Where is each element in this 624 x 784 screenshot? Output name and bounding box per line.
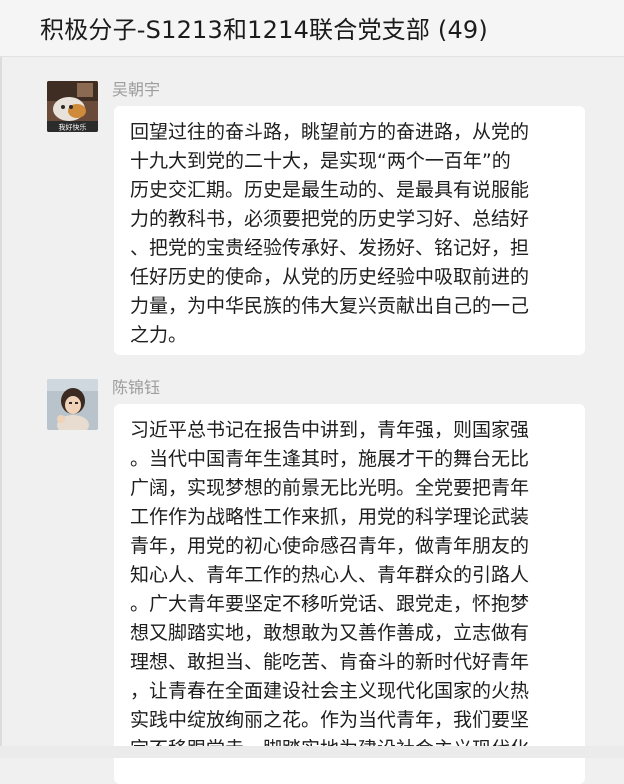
message-item: 陈锦钰 习近平总书记在报告中讲到，青年强，则国家强 。当代中国青年生逢其时，施展… — [0, 368, 624, 784]
chat-header: 积极分子-S1213和1214联合党支部 (49) — [0, 0, 624, 57]
input-area-edge — [0, 746, 624, 758]
avatar-caption: 我好快乐 — [59, 123, 87, 132]
message-line: 工作作为战略性工作来抓，用党的科学理论武装 — [130, 506, 530, 528]
message-line: 。当代中国青年生逢其时，施展才干的舞台无比 — [130, 448, 530, 470]
message-line: 、把党的宝贵经验传承好、发扬好、铭记好，担 — [130, 237, 530, 259]
message-bubble[interactable]: 习近平总书记在报告中讲到，青年强，则国家强 。当代中国青年生逢其时，施展才干的舞… — [114, 404, 585, 784]
message-line: 任好历史的使命，从党的历史经验中吸取前进的 — [130, 266, 530, 288]
message-item: 我好快乐 吴朝宇 回望过往的奋斗路，眺望前方的奋进路，从党的 十九大到党的二十大… — [0, 70, 624, 360]
message-line: 历史交汇期。历史是最生动的、是最具有说服能 — [130, 179, 530, 201]
chat-title: 积极分子-S1213和1214联合党支部 (49) — [40, 16, 488, 44]
message-line: 习近平总书记在报告中讲到，青年强，则国家强 — [130, 419, 530, 441]
message-line: 实践中绽放绚丽之花。作为当代青年，我们要坚 — [130, 709, 530, 731]
message-line: 想又脚踏实地，敢想敢为又善作善成，立志做有 — [130, 622, 530, 644]
message-line: 青年，用党的初心使命感召青年，做青年朋友的 — [130, 535, 530, 557]
avatar-portrait-image — [47, 379, 98, 430]
message-line: 之力。 — [130, 324, 188, 346]
avatar-cat-image: 我好快乐 — [47, 81, 98, 132]
message-line: 力的教科书，必须要把党的历史学习好、总结好 — [130, 208, 530, 230]
message-line: 理想、敢担当、能吃苦、肯奋斗的新时代好青年 — [130, 651, 530, 673]
message-line: ，让青春在全面建设社会主义现代化国家的火热 — [130, 680, 530, 702]
sender-name: 陈锦钰 — [112, 378, 161, 397]
message-bubble[interactable]: 回望过往的奋斗路，眺望前方的奋进路，从党的 十九大到党的二十大，是实现“两个一百… — [114, 106, 585, 355]
message-line: 回望过往的奋斗路，眺望前方的奋进路，从党的 — [130, 121, 530, 143]
avatar[interactable] — [47, 379, 98, 430]
message-line: 。广大青年要坚定不移听党话、跟党走，怀抱梦 — [130, 593, 530, 615]
message-line: 十九大到党的二十大，是实现“两个一百年”的 — [130, 150, 511, 172]
sender-name: 吴朝宇 — [112, 80, 161, 99]
message-line: 力量，为中华民族的伟大复兴贡献出自己的一己 — [130, 295, 530, 317]
message-line: 知心人、青年工作的热心人、青年群众的引路人 — [130, 564, 530, 586]
message-line: 广阔，实现梦想的前景无比光明。全党要把青年 — [130, 477, 530, 499]
avatar[interactable]: 我好快乐 — [47, 81, 98, 132]
